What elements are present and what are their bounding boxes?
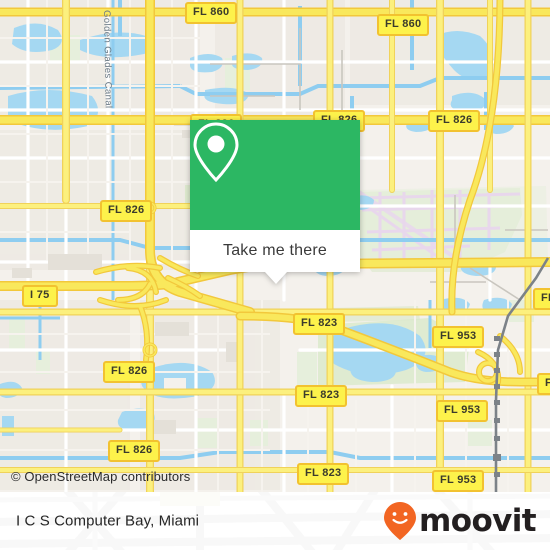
footer-bar: I C S Computer Bay, Miami moovit — [0, 492, 550, 550]
road-shield-fl-826-e[interactable]: FL 826 — [103, 361, 156, 383]
map-canvas[interactable]: .water{fill:#a5d8f2} .wline{stroke:#8ecd… — [0, 0, 550, 492]
location-callout[interactable]: Take me there — [190, 120, 360, 284]
moovit-wordmark: moovit — [419, 502, 537, 539]
road-shield-edge-b[interactable]: FL — [537, 373, 550, 395]
road-shield-fl-953-a[interactable]: FL 953 — [432, 326, 485, 348]
road-shield-fl-826-f[interactable]: FL 826 — [108, 440, 161, 462]
road-shield-fl-823-c[interactable]: FL 823 — [297, 463, 350, 485]
road-shield-fl-823-a[interactable]: FL 823 — [293, 313, 346, 335]
map-attribution[interactable]: © OpenStreetMap contributors — [11, 469, 190, 484]
road-shield-fl-953-c[interactable]: FL 953 — [432, 470, 485, 492]
place-title: I C S Computer Bay, Miami — [16, 512, 200, 530]
moovit-map-screenshot: .water{fill:#a5d8f2} .wline{stroke:#8ecd… — [0, 0, 550, 550]
road-shield-edge-a[interactable]: FL — [533, 288, 550, 310]
road-shield-fl-860-east[interactable]: FL 860 — [377, 14, 430, 36]
road-shield-fl-953-b[interactable]: FL 953 — [436, 400, 489, 422]
road-shield-fl-826-d[interactable]: FL 826 — [100, 200, 153, 222]
callout-marker-panel — [190, 120, 360, 230]
road-shield-fl-823-b[interactable]: FL 823 — [295, 385, 348, 407]
water-label-golden-glades-canal: Golden Glades Canal — [101, 10, 114, 109]
take-me-there-button[interactable]: Take me there — [190, 230, 360, 272]
road-shield-i-75[interactable]: I 75 — [22, 285, 58, 307]
location-pin-icon — [193, 122, 239, 183]
callout-tip — [265, 272, 287, 284]
road-shield-fl-860-west[interactable]: FL 860 — [185, 2, 238, 24]
moovit-pin-icon — [384, 502, 417, 540]
moovit-logo[interactable]: moovit — [382, 501, 537, 541]
road-shield-fl-826-c[interactable]: FL 826 — [428, 110, 481, 132]
take-me-there-label: Take me there — [223, 242, 327, 259]
